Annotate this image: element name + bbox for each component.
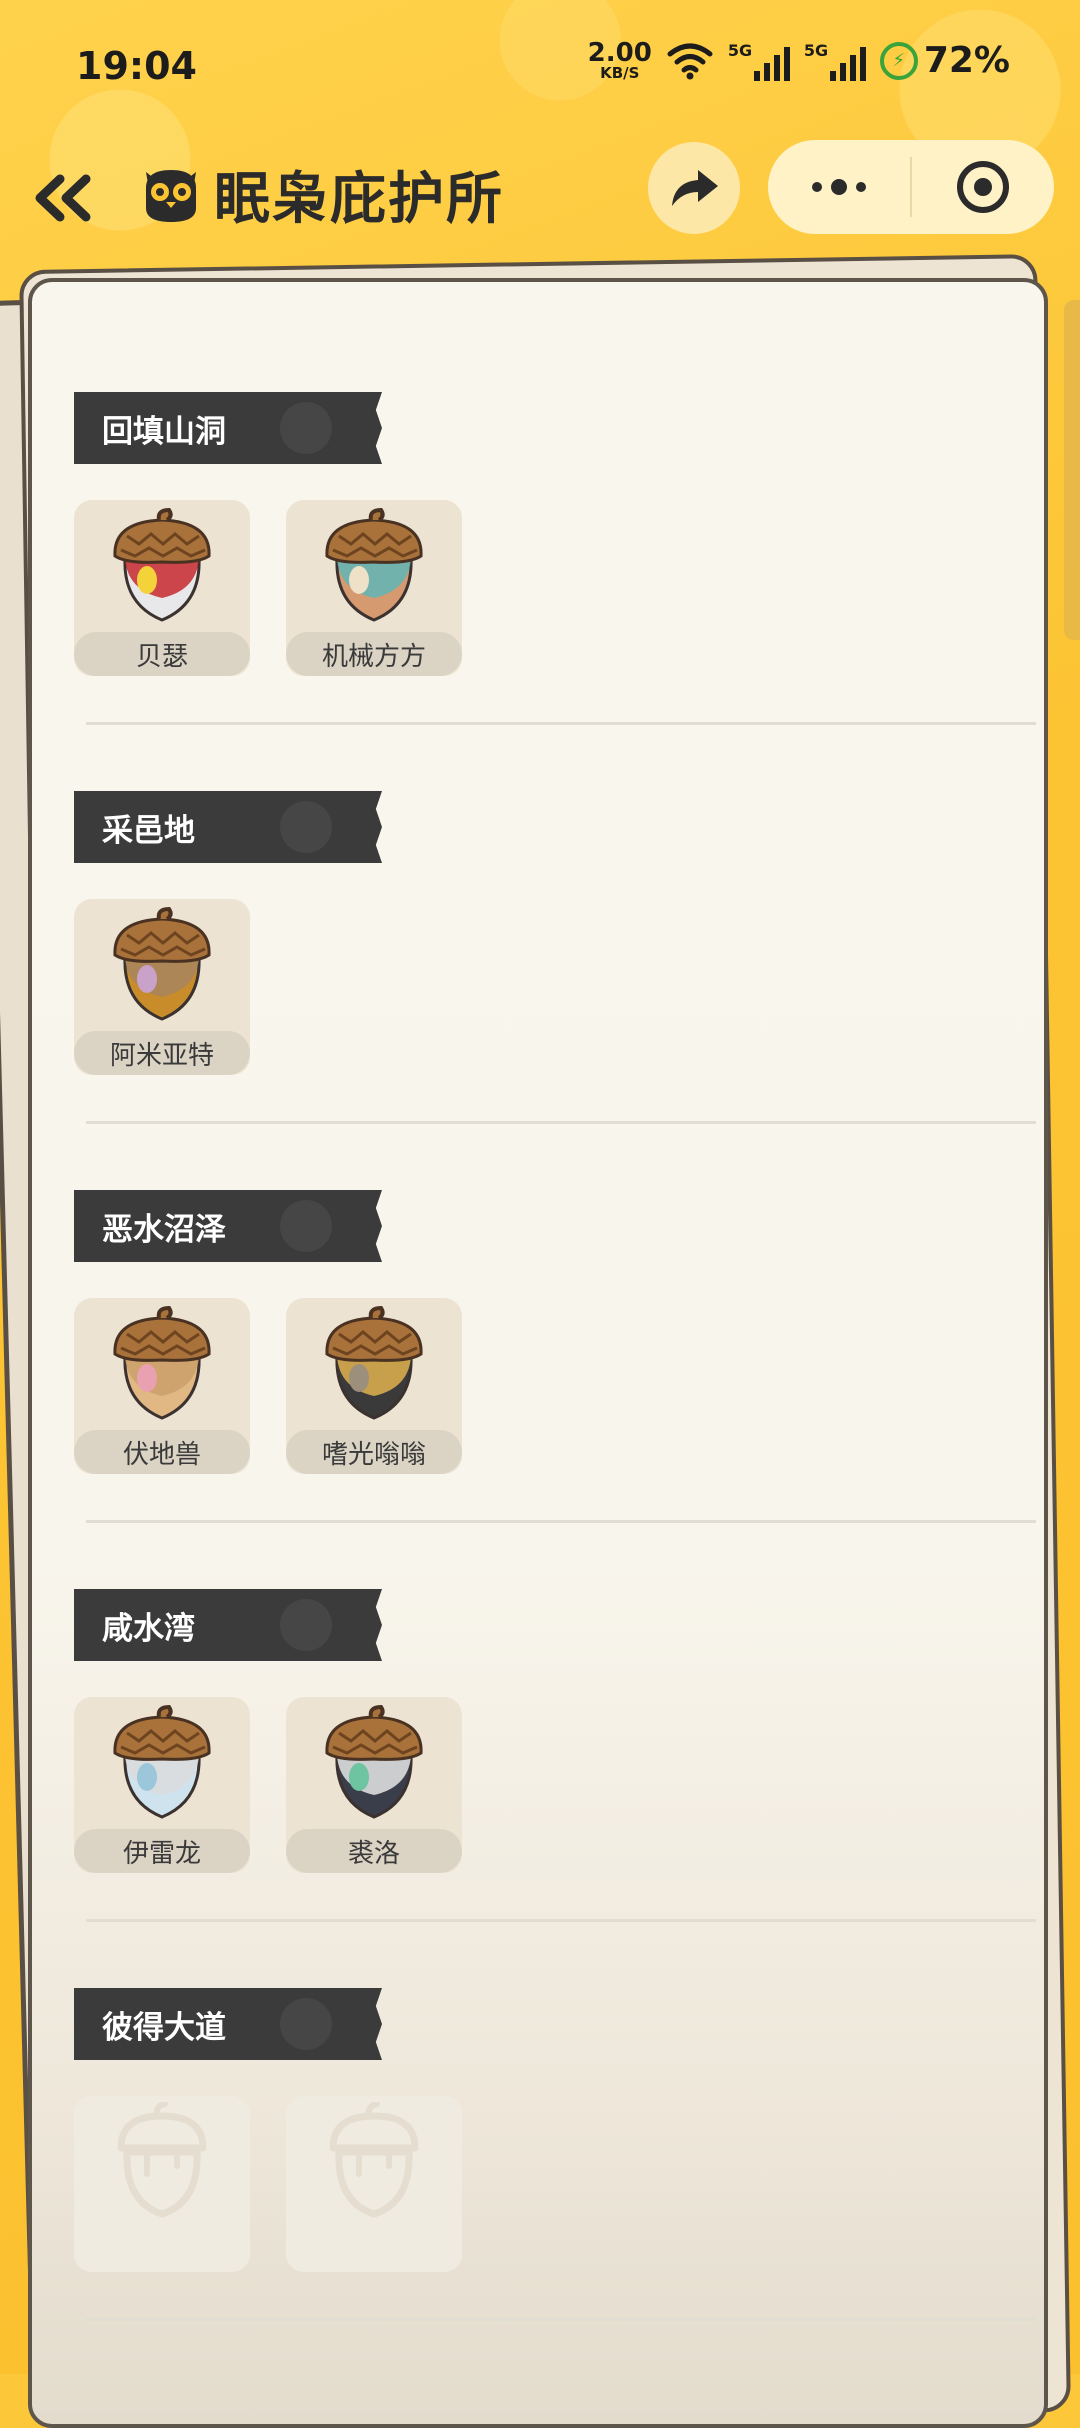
sanctuary-panel: 回填山洞贝瑟 机械方方采邑地阿米亚特恶水沼泽伏地兽 嗜光嗡嗡咸水湾伊雷龙 裘洛彼得大道 bbox=[28, 278, 1048, 2428]
more-button[interactable] bbox=[768, 140, 910, 234]
creature-name: 嗜光嗡嗡 bbox=[286, 1430, 462, 1474]
creature-card[interactable]: 阿米亚特 bbox=[74, 899, 250, 1075]
acorn-icon bbox=[113, 906, 211, 1021]
zone-title: 回填山洞 bbox=[102, 413, 226, 450]
status-icons: 2.00 KB/S 5G 5G ⚡ 72% bbox=[588, 40, 1010, 81]
zone-section: 咸水湾伊雷龙 裘洛 bbox=[74, 1589, 1034, 1873]
zone-header: 恶水沼泽 bbox=[74, 1190, 382, 1262]
status-bar: 19:04 2.00 KB/S 5G 5G ⚡ 72% bbox=[0, 0, 1080, 140]
network-speed-value: 2.00 bbox=[587, 38, 652, 68]
creature-name: 伏地兽 bbox=[74, 1430, 250, 1474]
signal-icon-2: 5G bbox=[804, 41, 866, 81]
section-divider bbox=[86, 1121, 1036, 1124]
clock: 19:04 bbox=[76, 44, 197, 88]
zone-title: 恶水沼泽 bbox=[102, 1211, 226, 1248]
acorn-icon bbox=[325, 1704, 423, 1819]
zone-header: 采邑地 bbox=[74, 791, 382, 863]
share-arrow-icon bbox=[672, 170, 718, 206]
double-chevron-left-icon bbox=[35, 174, 91, 222]
mini-program-capsule bbox=[768, 140, 1054, 234]
charging-icon: ⚡ bbox=[879, 41, 918, 80]
acorn-icon bbox=[325, 1305, 423, 1420]
creature-list: 阿米亚特 bbox=[74, 899, 1034, 1075]
acorn-icon bbox=[113, 1704, 211, 1819]
signal-1-tag: 5G bbox=[727, 40, 753, 60]
locked-acorn-icon bbox=[329, 2102, 419, 2218]
share-button[interactable] bbox=[648, 142, 740, 234]
creature-name: 裘洛 bbox=[286, 1829, 462, 1873]
acorn-icon bbox=[113, 1305, 211, 1420]
creature-card[interactable]: 嗜光嗡嗡 bbox=[286, 1298, 462, 1474]
back-button[interactable] bbox=[30, 168, 100, 228]
signal-icon-1: 5G bbox=[728, 41, 790, 81]
more-dots-icon bbox=[812, 179, 866, 195]
zone-section: 采邑地阿米亚特 bbox=[74, 791, 1034, 1075]
zone-title: 咸水湾 bbox=[102, 1610, 195, 1647]
battery: ⚡ 72% bbox=[879, 40, 1010, 81]
locked-creature-card[interactable] bbox=[286, 2096, 462, 2272]
zone-title: 彼得大道 bbox=[102, 2009, 226, 2046]
section-divider bbox=[86, 2318, 1036, 2321]
nav-bar: 眠枭庇护所 bbox=[0, 140, 1080, 250]
creature-card[interactable]: 伊雷龙 bbox=[74, 1697, 250, 1873]
creature-card[interactable]: 伏地兽 bbox=[74, 1298, 250, 1474]
creature-list bbox=[74, 2096, 1034, 2272]
creature-card[interactable]: 裘洛 bbox=[286, 1697, 462, 1873]
zone-section: 彼得大道 bbox=[74, 1988, 1034, 2272]
wifi-icon bbox=[667, 43, 713, 79]
creature-list: 伊雷龙 裘洛 bbox=[74, 1697, 1034, 1873]
creature-card[interactable]: 贝瑟 bbox=[74, 500, 250, 676]
side-tab[interactable] bbox=[1064, 300, 1080, 640]
acorn-icon bbox=[325, 507, 423, 622]
acorn-icon bbox=[113, 507, 211, 622]
locked-creature-card[interactable] bbox=[74, 2096, 250, 2272]
section-divider bbox=[86, 1919, 1036, 1922]
zone-header: 回填山洞 bbox=[74, 392, 382, 464]
creature-list: 贝瑟 机械方方 bbox=[74, 500, 1034, 676]
network-speed: 2.00 KB/S bbox=[588, 40, 652, 81]
target-icon bbox=[957, 161, 1009, 213]
creature-name: 阿米亚特 bbox=[74, 1031, 250, 1075]
creature-name: 机械方方 bbox=[286, 632, 462, 676]
section-divider bbox=[86, 1520, 1036, 1523]
title-area: 眠枭庇护所 bbox=[138, 154, 504, 235]
zone-section: 回填山洞贝瑟 机械方方 bbox=[74, 392, 1034, 676]
battery-percent: 72% bbox=[923, 40, 1010, 81]
network-speed-unit: KB/S bbox=[600, 64, 640, 82]
zone-header: 彼得大道 bbox=[74, 1988, 382, 2060]
creature-list: 伏地兽 嗜光嗡嗡 bbox=[74, 1298, 1034, 1474]
creature-card[interactable]: 机械方方 bbox=[286, 500, 462, 676]
creature-name: 贝瑟 bbox=[74, 632, 250, 676]
zone-section: 恶水沼泽伏地兽 嗜光嗡嗡 bbox=[74, 1190, 1034, 1474]
zone-title: 采邑地 bbox=[102, 812, 195, 849]
zone-header: 咸水湾 bbox=[74, 1589, 382, 1661]
locked-acorn-icon bbox=[117, 2102, 207, 2218]
owl-logo-icon bbox=[146, 169, 196, 222]
section-divider bbox=[86, 722, 1036, 725]
creature-name: 伊雷龙 bbox=[74, 1829, 250, 1873]
close-button[interactable] bbox=[912, 140, 1054, 234]
signal-2-tag: 5G bbox=[803, 40, 829, 60]
page-title: 眠枭庇护所 bbox=[214, 167, 504, 232]
